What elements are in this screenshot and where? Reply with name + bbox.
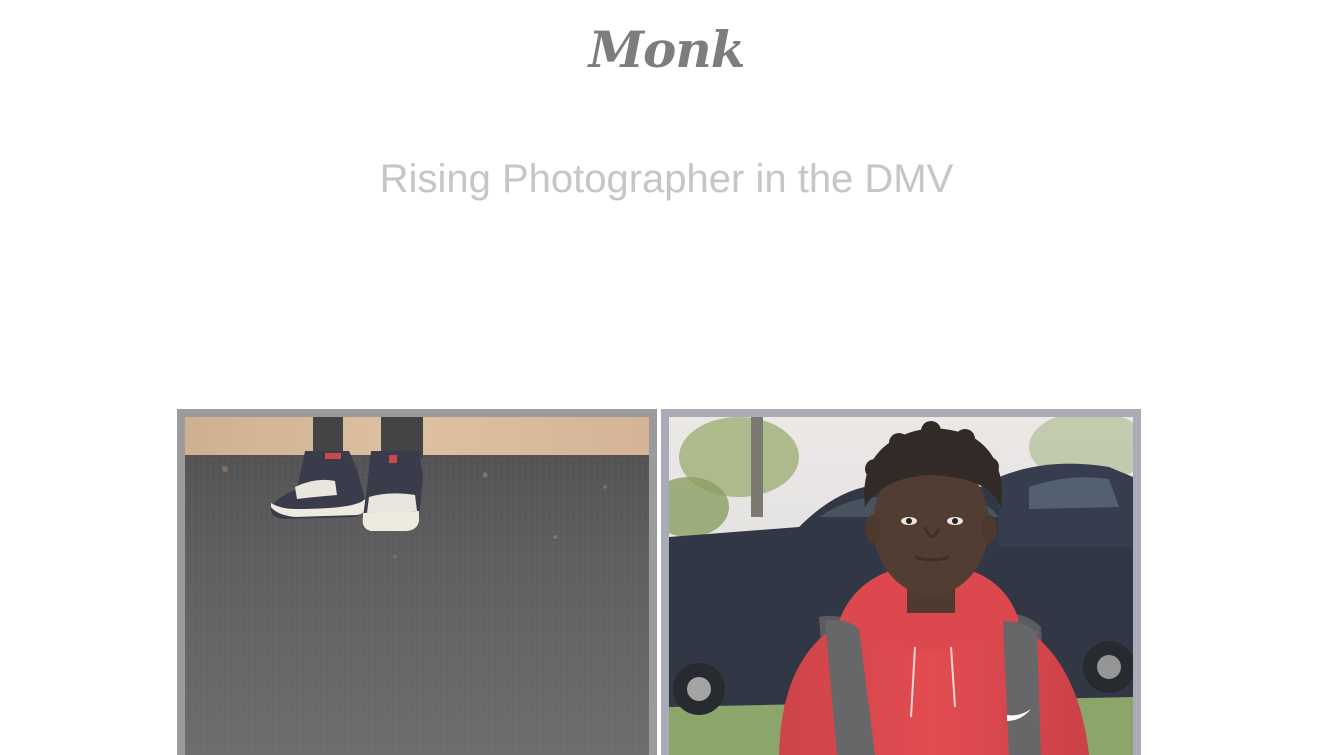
site-logo[interactable]: Monk [0, 18, 1333, 82]
gallery-item-portrait[interactable] [661, 409, 1141, 755]
logo-link[interactable]: Monk [589, 20, 746, 79]
sneakers-on-asphalt-photo [185, 417, 649, 755]
page-tagline: Rising Photographer in the DMV [379, 157, 954, 201]
photo-gallery [177, 409, 1141, 755]
portrait-red-hoodie-photo [661, 411, 1141, 755]
gallery-item-sneakers[interactable] [177, 409, 657, 755]
